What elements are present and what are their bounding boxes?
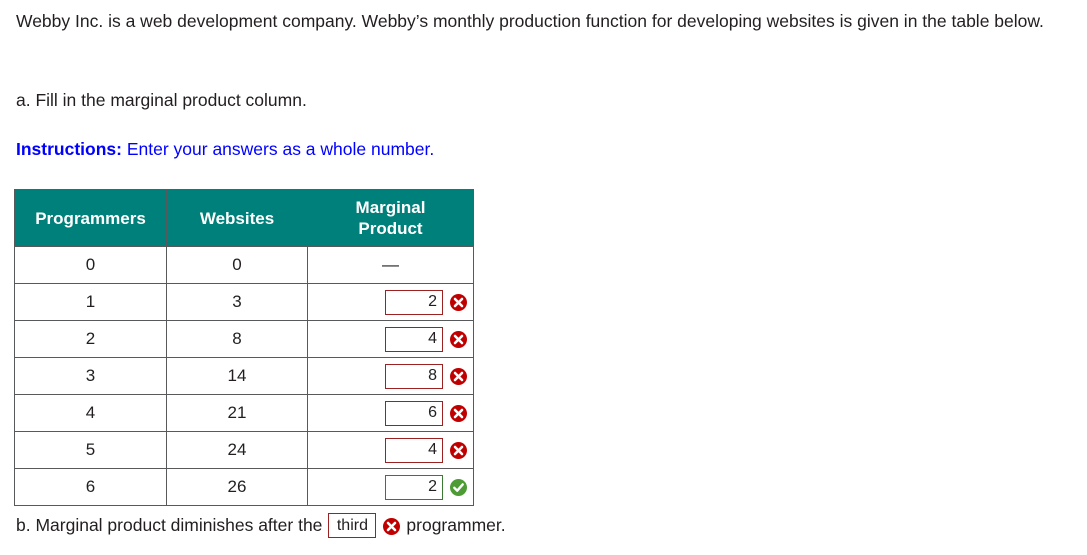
part-b-answer-select[interactable]: third [328,512,377,538]
error-x-icon [450,293,467,311]
marginal-product-answer-group [308,469,473,505]
cell-marginal-product [307,283,474,321]
cell-programmers: 3 [14,357,167,395]
table-header: Programmers Websites Marginal Product [14,189,474,247]
marginal-product-input[interactable] [385,474,443,500]
marginal-product-header-line-1: Marginal [355,198,426,217]
production-function-table: Programmers Websites Marginal Product 0 … [14,189,474,506]
marginal-product-input[interactable] [385,289,443,315]
cell-marginal-product [307,394,474,432]
cell-programmers: 2 [14,320,167,358]
cell-programmers: 4 [14,394,167,432]
cell-programmers: 6 [14,468,167,506]
part-a-question-text: a. Fill in the marginal product column. [16,90,307,110]
cell-programmers: 1 [14,283,167,321]
column-header-programmers: Programmers [14,189,167,247]
column-header-marginal-product: Marginal Product [307,189,474,247]
cell-websites: 3 [166,283,308,321]
marginal-product-answer-group [308,432,473,468]
marginal-product-input[interactable] [385,326,443,352]
marginal-product-answer-group [308,321,473,357]
cell-programmers: 5 [14,431,167,469]
cell-programmers: 0 [14,246,167,284]
cell-websites: 14 [166,357,308,395]
marginal-product-input[interactable] [385,437,443,463]
part-b-text-before: b. Marginal product diminishes after the [16,515,323,535]
error-x-icon [450,330,467,348]
cell-websites: 21 [166,394,308,432]
cell-marginal-product: — [307,246,474,284]
instructions-label: Instructions: [16,139,122,159]
marginal-product-header-line-2: Product [358,219,423,238]
marginal-product-dash: — [382,255,399,274]
problem-intro-text: Webby Inc. is a web development company.… [16,11,1044,31]
table-row: 0 0 — [14,246,474,284]
cell-marginal-product [307,468,474,506]
column-header-websites: Websites [166,189,308,247]
table-header-row: Programmers Websites Marginal Product [14,189,474,247]
error-x-icon [450,441,467,459]
error-x-icon [383,517,401,535]
table-row: 6 26 [14,468,474,506]
marginal-product-answer-group [308,358,473,394]
cell-marginal-product [307,357,474,395]
cell-websites: 8 [166,320,308,358]
table-row: 4 21 [14,394,474,432]
error-x-icon [450,367,467,385]
instructions-line: Instructions: Enter your answers as a wh… [16,136,434,162]
cell-websites: 0 [166,246,308,284]
exercise-page: Webby Inc. is a web development company.… [0,0,1087,555]
table-body: 0 0 — 1 3 2 2 8 4 3 14 8 4 21 6 5 24 4 6… [14,246,474,506]
instructions-text: Enter your answers as a whole number. [121,139,435,159]
cell-websites: 24 [166,431,308,469]
marginal-product-answer-group [308,395,473,431]
cell-marginal-product [307,431,474,469]
part-b-text-after: programmer. [406,515,506,535]
marginal-product-answer-group [308,284,473,320]
error-x-icon [450,404,467,422]
table-row: 3 14 [14,357,474,395]
part-b-question-row: b. Marginal product diminishes after the… [16,512,506,538]
cell-websites: 26 [166,468,308,506]
success-check-icon [450,478,467,496]
table-row: 5 24 [14,431,474,469]
table-row: 2 8 [14,320,474,358]
marginal-product-input[interactable] [385,363,443,389]
cell-marginal-product [307,320,474,358]
table-row: 1 3 [14,283,474,321]
marginal-product-input[interactable] [385,400,443,426]
